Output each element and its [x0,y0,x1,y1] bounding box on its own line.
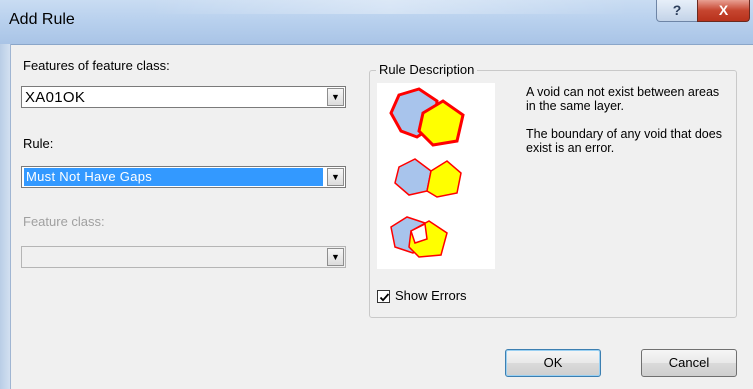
show-errors-checkbox[interactable] [377,290,390,303]
rule-description-text: A void can not exist between areas in th… [526,85,726,169]
rule-description-text-2: The boundary of any void that does exist… [526,127,722,155]
features-combo[interactable]: XA01OK ▼ [21,86,346,108]
help-button[interactable]: ? [656,0,698,22]
chevron-down-icon: ▼ [331,172,340,182]
ok-button[interactable]: OK [505,349,601,377]
yellow-polygon-icon [426,160,462,198]
rule-description-text-1: A void can not exist between areas in th… [526,85,720,113]
help-icon: ? [672,2,682,18]
features-value: XA01OK [25,89,86,106]
cancel-button[interactable]: Cancel [641,349,737,377]
chevron-down-icon: ▼ [331,92,340,102]
rule-value: Must Not Have Gaps [24,168,323,186]
ok-button-label: OK [543,355,563,370]
cancel-button-label: Cancel [668,355,710,370]
background-window-ghost [150,0,630,14]
rule-dropdown-button[interactable]: ▼ [327,168,344,186]
show-errors-label: Show Errors [395,288,467,303]
chevron-down-icon: ▼ [331,252,340,262]
features-label: Features of feature class: [23,58,170,73]
close-icon: X [718,2,729,18]
rule-illustration [377,83,495,269]
rule-description-group: Rule Description A void can not exist be… [369,62,737,318]
feature-class-label: Feature class: [23,214,105,229]
title-bar: Add Rule ? X [0,0,753,45]
rule-label: Rule: [23,136,54,151]
rule-description-title: Rule Description [376,62,478,77]
rule-illustration-graphic [389,87,465,258]
feature-class-dropdown-button[interactable]: ▼ [327,248,344,266]
features-dropdown-button[interactable]: ▼ [327,88,344,106]
close-button[interactable]: X [697,0,750,22]
window-title: Add Rule [9,11,75,28]
rule-combo[interactable]: Must Not Have Gaps ▼ [21,166,346,188]
window-frame-edge [0,44,11,389]
feature-class-combo[interactable]: ▼ [21,246,346,268]
checkmark-icon [379,293,390,302]
blue-polygon-icon [394,158,432,196]
